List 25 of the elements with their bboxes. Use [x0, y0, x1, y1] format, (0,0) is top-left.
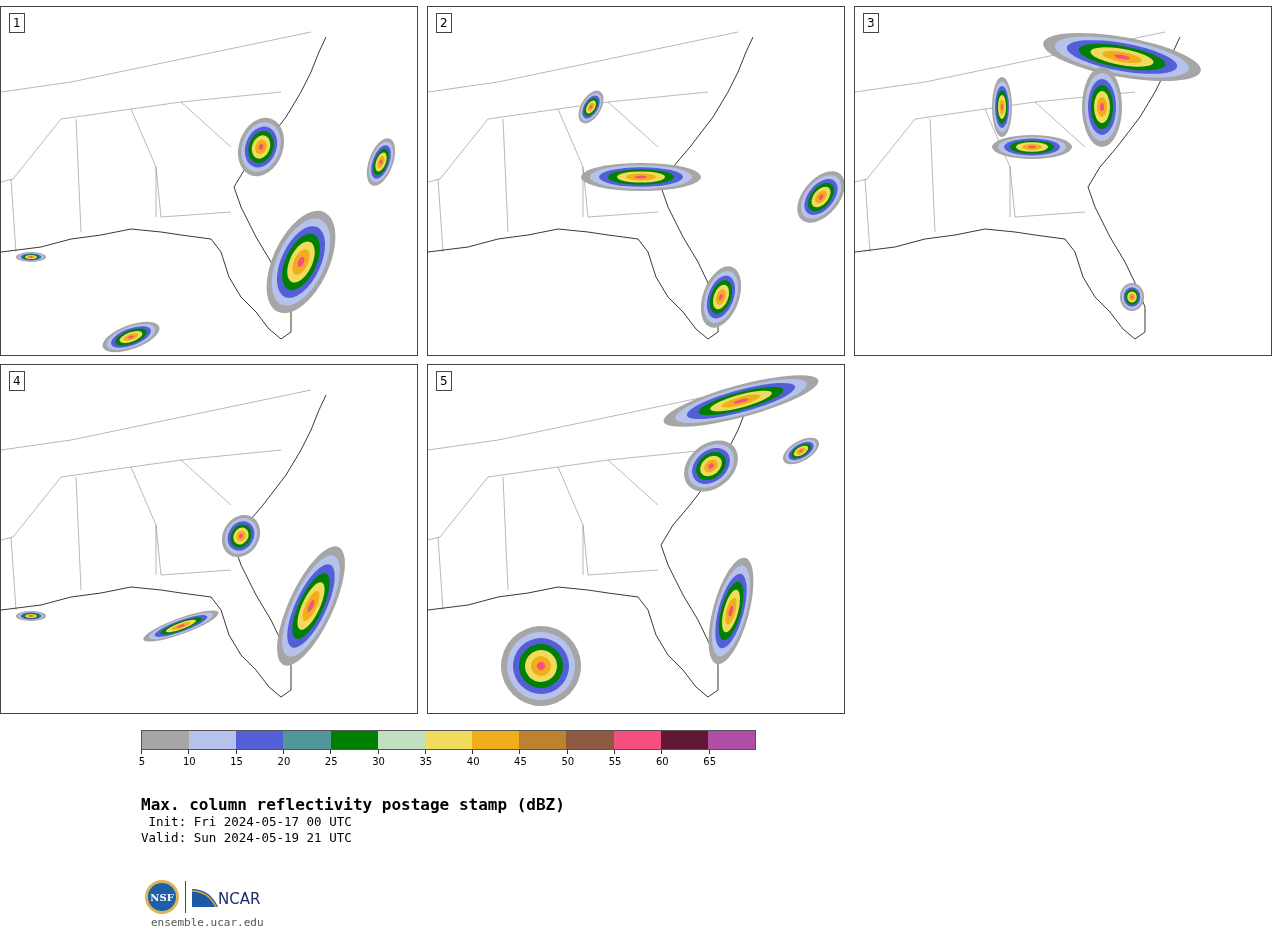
website-url: ensemble.ucar.edu [151, 916, 265, 929]
panel-number: 4 [9, 371, 25, 391]
colorbar-tick-label: 15 [229, 756, 244, 768]
panel-number: 3 [863, 13, 879, 33]
arc-logo-icon [192, 887, 218, 907]
colorbar-tick-label: 35 [418, 756, 434, 768]
colorbar-tick-label: 65 [702, 756, 718, 768]
valid-time: Valid: Sun 2024-05-19 21 UTC [141, 830, 353, 846]
colorbar-tick-label: 45 [513, 756, 528, 768]
init-time: Init: Fri 2024-05-17 00 UTC [147, 814, 353, 830]
colorbar-tick-label: 30 [371, 756, 386, 768]
colorbar-tick-label: 5 [137, 756, 147, 768]
panel-number: 5 [436, 371, 452, 391]
nsf-seal-logo: NSF [145, 880, 179, 914]
colorbar-tick-label: 55 [607, 756, 623, 768]
plot-title: Max. column reflectivity postage stamp (dBZ) [141, 796, 566, 814]
ncar-wordmark: NCAR [218, 888, 261, 910]
colorbar-tick-label: 50 [560, 756, 576, 768]
panel-number: 1 [9, 13, 25, 33]
colorbar-tick-label: 40 [465, 756, 481, 768]
colorbar-tick-label: 10 [181, 756, 197, 768]
panel-number: 2 [436, 13, 452, 33]
colorbar-tick-label: 20 [276, 756, 292, 768]
colorbar-tick-label: 60 [655, 756, 670, 768]
colorbar-tick-label: 25 [323, 756, 339, 768]
